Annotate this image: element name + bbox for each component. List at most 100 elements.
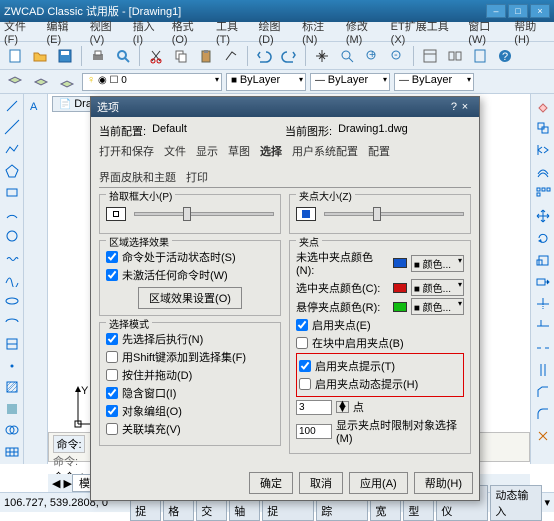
lineweight-select[interactable]: — ByLayer	[394, 73, 474, 91]
hatch-icon[interactable]	[2, 377, 22, 397]
copy2-icon[interactable]	[533, 118, 553, 138]
point-icon[interactable]	[2, 356, 22, 376]
tab-display[interactable]: 显示	[196, 143, 218, 159]
scale-icon[interactable]	[533, 250, 553, 270]
rotate-icon[interactable]	[533, 228, 553, 248]
grip-pts-spinner[interactable]: ▲▼	[336, 401, 349, 413]
chk-assoc-hatch[interactable]: 关联填充(V)	[106, 421, 274, 437]
chk-press-drag[interactable]: 按住并拖动(D)	[106, 367, 274, 383]
menu-tools[interactable]: 工具(T)	[216, 18, 251, 46]
tab-user[interactable]: 用户系统配置	[292, 143, 358, 159]
color-select[interactable]: ■ ByLayer	[226, 73, 306, 91]
revcloud-icon[interactable]	[2, 247, 22, 267]
spline-icon[interactable]	[2, 269, 22, 289]
grip-pts-input[interactable]	[296, 400, 332, 415]
block-icon[interactable]	[2, 334, 22, 354]
status-dyn[interactable]: 动态输入	[490, 485, 542, 521]
menu-window[interactable]: 窗口(W)	[468, 18, 506, 46]
offset-icon[interactable]	[533, 162, 553, 182]
gripsize-slider[interactable]	[324, 212, 464, 216]
tab-profiles[interactable]: 配置	[368, 143, 390, 159]
preview-icon[interactable]	[112, 45, 134, 67]
linetype-select[interactable]: — ByLayer	[310, 73, 390, 91]
mirror-icon[interactable]	[533, 140, 553, 160]
tab-selection[interactable]: 选择	[260, 143, 282, 159]
chk-obj-group[interactable]: 对象编组(O)	[106, 403, 274, 419]
tab-draft[interactable]: 草图	[228, 143, 250, 159]
redo-icon[interactable]	[278, 45, 300, 67]
gradient-icon[interactable]	[2, 399, 22, 419]
pan-icon[interactable]	[311, 45, 333, 67]
tool-palette-icon[interactable]	[469, 45, 491, 67]
chk-active-cmd[interactable]: 命令处于活动状态时(S)	[106, 249, 274, 265]
undo-icon[interactable]	[253, 45, 275, 67]
break-icon[interactable]	[533, 338, 553, 358]
menu-format[interactable]: 格式(O)	[172, 18, 208, 46]
pickbox-slider[interactable]	[134, 212, 274, 216]
erase-icon[interactable]	[533, 96, 553, 116]
move-icon[interactable]	[533, 206, 553, 226]
extend-icon[interactable]	[533, 316, 553, 336]
chk-grip-tips[interactable]: 启用夹点提示(T)	[299, 358, 461, 374]
trim-icon[interactable]	[533, 294, 553, 314]
xline-icon[interactable]	[2, 118, 22, 138]
close-button[interactable]: ×	[530, 4, 550, 18]
grip-limit-input[interactable]	[296, 424, 332, 439]
menu-insert[interactable]: 插入(I)	[133, 18, 164, 46]
chk-enable-grips[interactable]: 启用夹点(E)	[296, 317, 464, 333]
help-icon[interactable]: ?	[494, 45, 516, 67]
circle-icon[interactable]	[2, 226, 22, 246]
area-effect-btn[interactable]: 区域效果设置(O)	[138, 287, 242, 309]
chk-grip-dyn-tips[interactable]: 启用夹点动态提示(H)	[299, 376, 461, 392]
region-icon[interactable]	[2, 421, 22, 441]
layer-icon[interactable]	[4, 71, 26, 93]
dialog-titlebar[interactable]: 选项 ? ×	[91, 97, 479, 117]
menu-file[interactable]: 文件(F)	[4, 18, 39, 46]
array-icon[interactable]	[533, 184, 553, 204]
menu-draw[interactable]: 绘图(D)	[258, 18, 294, 46]
chamfer-icon[interactable]	[533, 382, 553, 402]
pline-icon[interactable]	[2, 139, 22, 159]
rect-icon[interactable]	[2, 183, 22, 203]
chk-noun-verb[interactable]: 先选择后执行(N)	[106, 331, 274, 347]
tab-opensave[interactable]: 打开和保存	[99, 143, 154, 159]
help-button[interactable]: 帮助(H)	[414, 472, 473, 494]
print-icon[interactable]	[87, 45, 109, 67]
zoom-rt-icon[interactable]	[336, 45, 358, 67]
new-icon[interactable]	[4, 45, 26, 67]
menu-edit[interactable]: 编辑(E)	[47, 18, 82, 46]
menu-dim[interactable]: 标注(N)	[302, 18, 338, 46]
paste-icon[interactable]	[195, 45, 217, 67]
menu-view[interactable]: 视图(V)	[90, 18, 125, 46]
maximize-button[interactable]: □	[508, 4, 528, 18]
open-icon[interactable]	[29, 45, 51, 67]
join-icon[interactable]	[533, 360, 553, 380]
zoom-win-icon[interactable]: +	[361, 45, 383, 67]
zoom-prev-icon[interactable]: -	[386, 45, 408, 67]
cancel-button[interactable]: 取消	[299, 472, 343, 494]
arc-icon[interactable]	[2, 204, 22, 224]
unsel-grip-color[interactable]: ■ 颜色...	[411, 255, 464, 272]
layer-prev-icon[interactable]	[30, 71, 52, 93]
chk-grips-in-blocks[interactable]: 在块中启用夹点(B)	[296, 335, 464, 351]
layer-select[interactable]: ♀ ◉ ☐ 0	[82, 73, 222, 91]
line-icon[interactable]	[2, 96, 22, 116]
match-icon[interactable]	[220, 45, 242, 67]
stretch-icon[interactable]	[533, 272, 553, 292]
menu-help[interactable]: 帮助(H)	[514, 18, 550, 46]
apply-button[interactable]: 应用(A)	[349, 472, 408, 494]
cut-icon[interactable]	[145, 45, 167, 67]
chk-no-cmd[interactable]: 未激活任何命令时(W)	[106, 267, 274, 283]
chk-implied-win[interactable]: 隐含窗口(I)	[106, 385, 274, 401]
dialog-close-icon[interactable]: ×	[457, 101, 473, 113]
chk-shift-add[interactable]: 用Shift键添加到选择集(F)	[106, 349, 274, 365]
tab-plot[interactable]: 打印	[186, 169, 208, 185]
sel-grip-color[interactable]: ■ 颜色...	[411, 279, 464, 296]
fillet-icon[interactable]	[533, 404, 553, 424]
minimize-button[interactable]: –	[486, 4, 506, 18]
layer-state-icon[interactable]	[56, 71, 78, 93]
copy-icon[interactable]	[170, 45, 192, 67]
ok-button[interactable]: 确定	[249, 472, 293, 494]
menu-et[interactable]: ET扩展工具(X)	[391, 18, 461, 46]
table-icon[interactable]	[2, 442, 22, 462]
